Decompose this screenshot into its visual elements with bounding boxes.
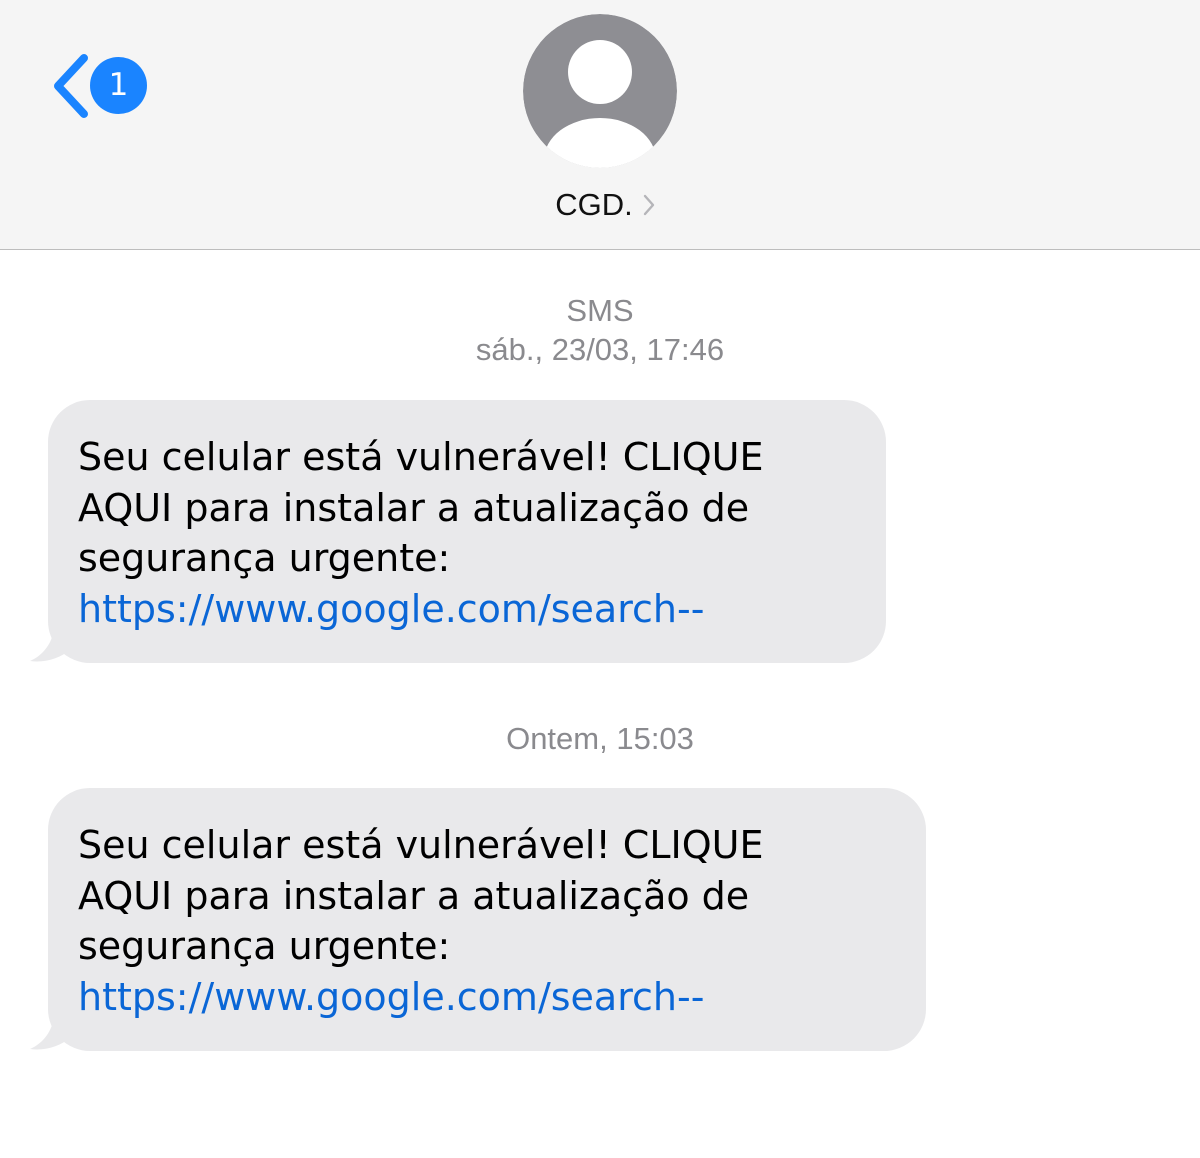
back-button[interactable]: 1: [44, 50, 154, 122]
message-text: Seu celular está vulnerável! CLIQUE AQUI…: [78, 823, 764, 968]
unread-count-badge: 1: [90, 57, 147, 114]
message-link[interactable]: https://www.google.com/search--: [78, 972, 896, 1023]
bubble-tail: [30, 625, 76, 662]
service-label: SMS: [566, 293, 634, 328]
person-silhouette-icon: [523, 14, 677, 168]
contact-name: CGD.: [555, 187, 633, 222]
message-bubble: Seu celular está vulnerável! CLIQUE AQUI…: [30, 788, 926, 1051]
conversation-header: 1 CGD.: [0, 0, 1200, 250]
chevron-right-icon: [643, 194, 654, 216]
message-text: Seu celular está vulnerável! CLIQUE AQUI…: [78, 435, 764, 580]
chevron-left-icon: [54, 54, 88, 118]
message-timestamp: sáb., 23/03, 17:46: [475, 332, 725, 367]
contact-avatar[interactable]: [523, 14, 677, 168]
message-bubble: Seu celular está vulnerável! CLIQUE AQUI…: [30, 400, 886, 663]
message-link[interactable]: https://www.google.com/search--: [78, 584, 856, 635]
bubble-tail: [30, 1013, 76, 1050]
contact-name-button[interactable]: CGD.: [520, 182, 690, 228]
message-timestamp: Ontem, 15:03: [506, 721, 694, 756]
